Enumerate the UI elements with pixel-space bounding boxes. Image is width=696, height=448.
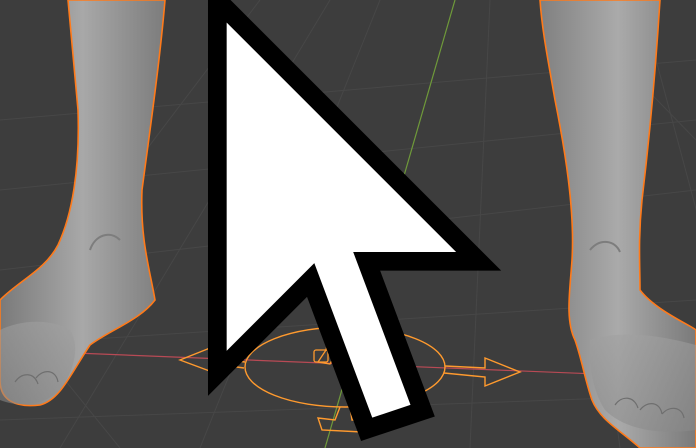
3d-viewport[interactable] — [0, 0, 696, 448]
arrow-cursor-icon — [208, 0, 502, 442]
